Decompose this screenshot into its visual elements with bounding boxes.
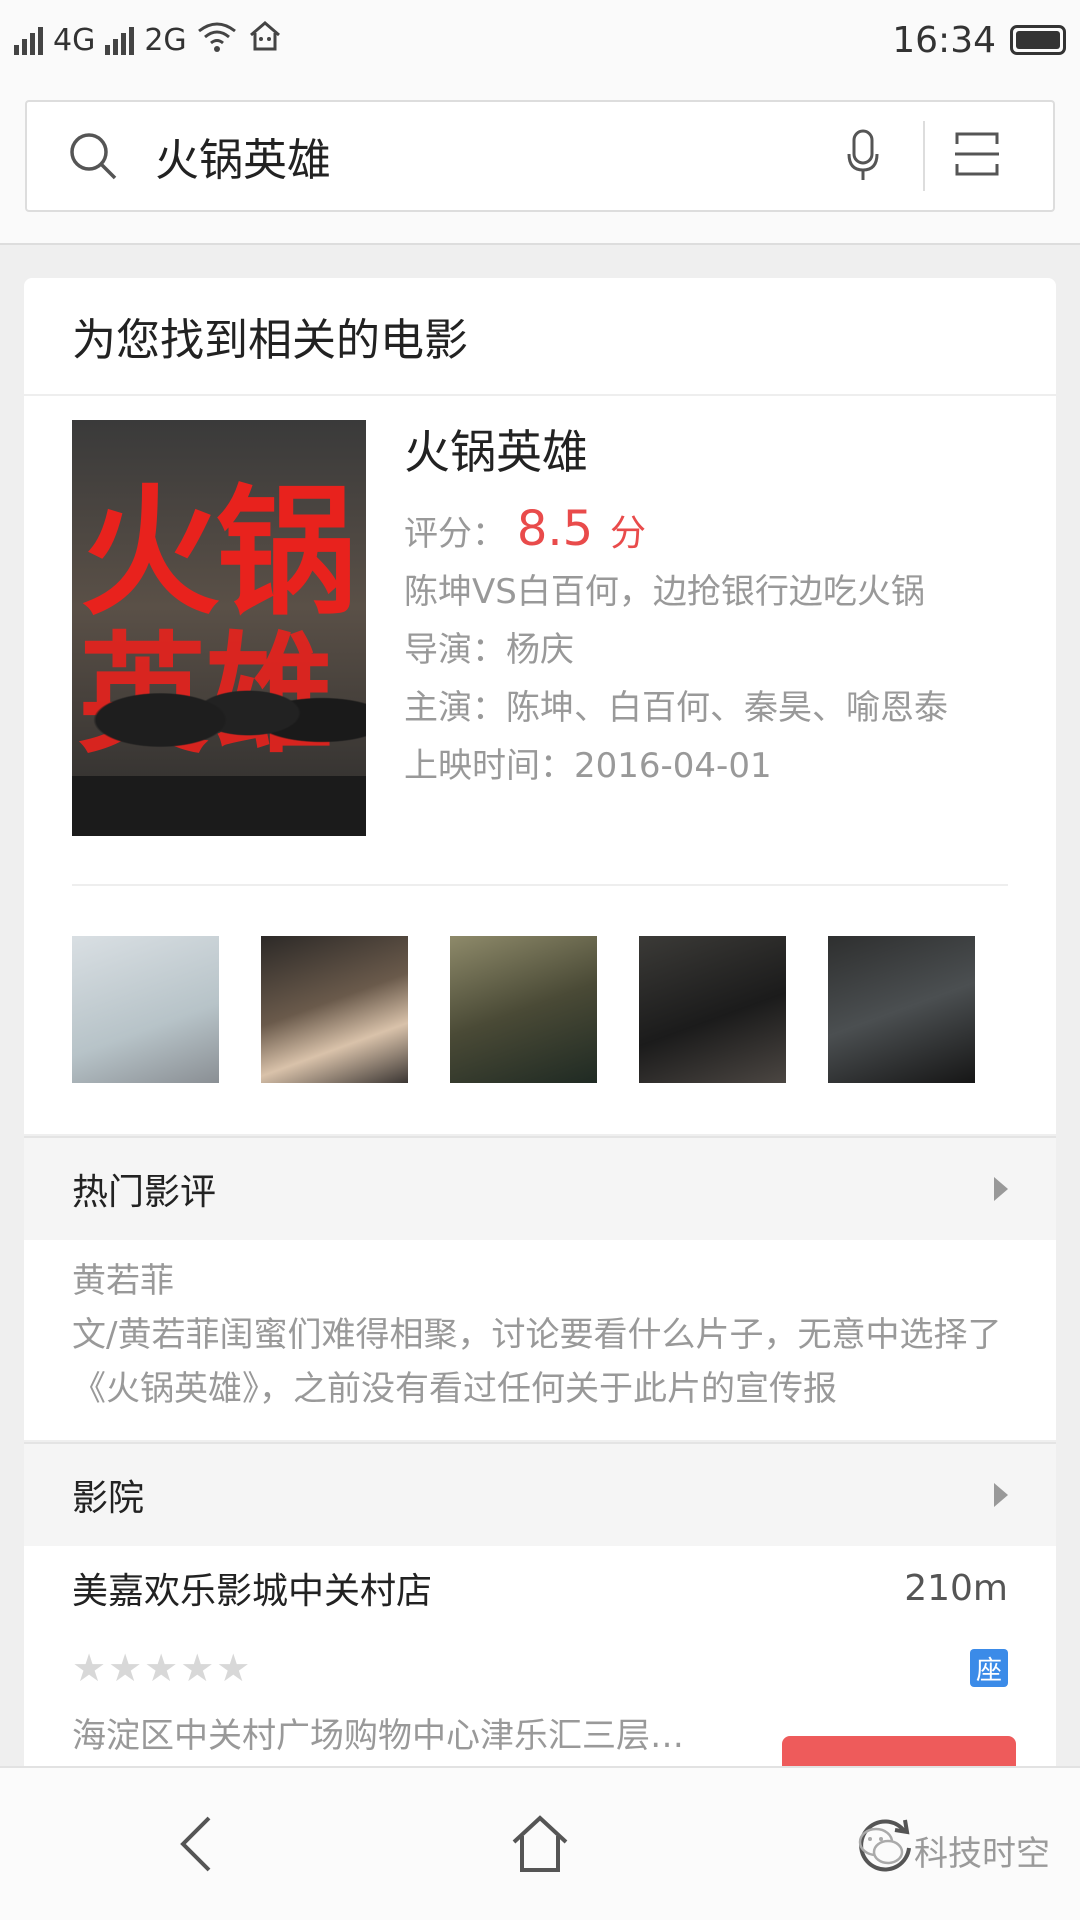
movie-still[interactable]	[639, 936, 786, 1083]
status-bar: 4G 2G 16:34	[0, 0, 1080, 80]
review-author: 黄若菲	[72, 1261, 174, 1301]
cinema-header[interactable]: 影院	[24, 1442, 1056, 1546]
watermark-text: 科技时空	[914, 1834, 1050, 1874]
signal-icon-2	[105, 25, 135, 55]
movie-info[interactable]: 火锅英雄 评分： 8.5 分 陈坤VS白百何，边抢银行边吃火锅 导演：杨庆 主演…	[404, 416, 1024, 795]
cinema-distance: 210m	[904, 1567, 1008, 1609]
movie-director: 导演：杨庆	[404, 630, 574, 670]
movie-release-date: 上映时间：2016-04-01	[404, 746, 772, 786]
movie-still[interactable]	[828, 936, 975, 1083]
movie-title[interactable]: 火锅英雄	[404, 416, 1024, 482]
search-input[interactable]: 火锅英雄	[155, 124, 833, 188]
score-value: 8.5	[516, 501, 594, 557]
movie-still[interactable]	[450, 936, 597, 1083]
movie-still[interactable]	[72, 936, 219, 1083]
movie-cast: 主演：陈坤、白百何、秦昊、喻恩泰	[404, 688, 948, 728]
microphone-icon[interactable]	[833, 128, 893, 184]
review-text: 文/黄若菲闺蜜们难得相聚，讨论要看什么片子，无意中选择了《火锅英雄》，之前没有看…	[72, 1315, 1002, 1409]
watermark: 科技时空	[858, 1826, 1050, 1875]
back-icon[interactable]	[150, 1799, 240, 1889]
rating-stars: ★★★★★	[72, 1646, 252, 1690]
card-divider	[72, 884, 1008, 886]
search-box[interactable]: 火锅英雄	[25, 100, 1055, 212]
movie-card: 为您找到相关的电影 火锅 英雄 火锅英雄 评分： 8.5 分 陈坤VS白百何，边…	[24, 278, 1056, 1134]
hot-reviews-header[interactable]: 热门影评	[24, 1136, 1056, 1240]
clock: 16:34	[892, 19, 996, 61]
movie-still[interactable]	[261, 936, 408, 1083]
home-icon[interactable]	[495, 1799, 585, 1889]
signal-icon	[14, 25, 43, 55]
battery-icon	[1010, 25, 1066, 55]
cinema-item[interactable]: 美嘉欢乐影城中关村店 210m ★★★★★ 座 海淀区中关村广场购物中心津乐汇三…	[24, 1546, 1056, 1796]
seat-badge: 座	[970, 1649, 1008, 1687]
movie-poster[interactable]: 火锅 英雄	[72, 420, 366, 836]
poster-footer	[72, 776, 366, 836]
movie-stills	[72, 936, 975, 1083]
network-type-1: 4G	[53, 22, 96, 58]
scan-icon[interactable]	[953, 130, 1013, 182]
cinema-name: 美嘉欢乐影城中关村店	[72, 1571, 433, 1612]
star-icons: ★★★★★	[72, 1646, 253, 1690]
movie-score-row: 评分： 8.5 分	[404, 500, 1024, 563]
chevron-right-icon	[994, 1177, 1008, 1201]
header: 火锅英雄	[0, 80, 1080, 245]
hot-reviews-title: 热门影评	[72, 1172, 217, 1213]
home-status-icon	[247, 19, 283, 61]
card-title: 为您找到相关的电影	[24, 278, 1056, 396]
chevron-right-icon	[994, 1483, 1008, 1507]
wifi-icon	[197, 19, 237, 61]
score-unit: 分	[609, 513, 646, 554]
score-label: 评分：	[404, 514, 506, 554]
poster-figures	[72, 636, 366, 776]
search-divider	[923, 121, 925, 191]
review-item[interactable]: 黄若菲 文/黄若菲闺蜜们难得相聚，讨论要看什么片子，无意中选择了《火锅英雄》，之…	[24, 1240, 1056, 1440]
cinema-title: 影院	[72, 1478, 145, 1519]
search-icon	[67, 130, 127, 182]
network-type-2: 2G	[144, 22, 187, 58]
wechat-icon	[858, 1826, 904, 1875]
movie-tagline: 陈坤VS白百何，边抢银行边吃火锅	[404, 572, 925, 612]
